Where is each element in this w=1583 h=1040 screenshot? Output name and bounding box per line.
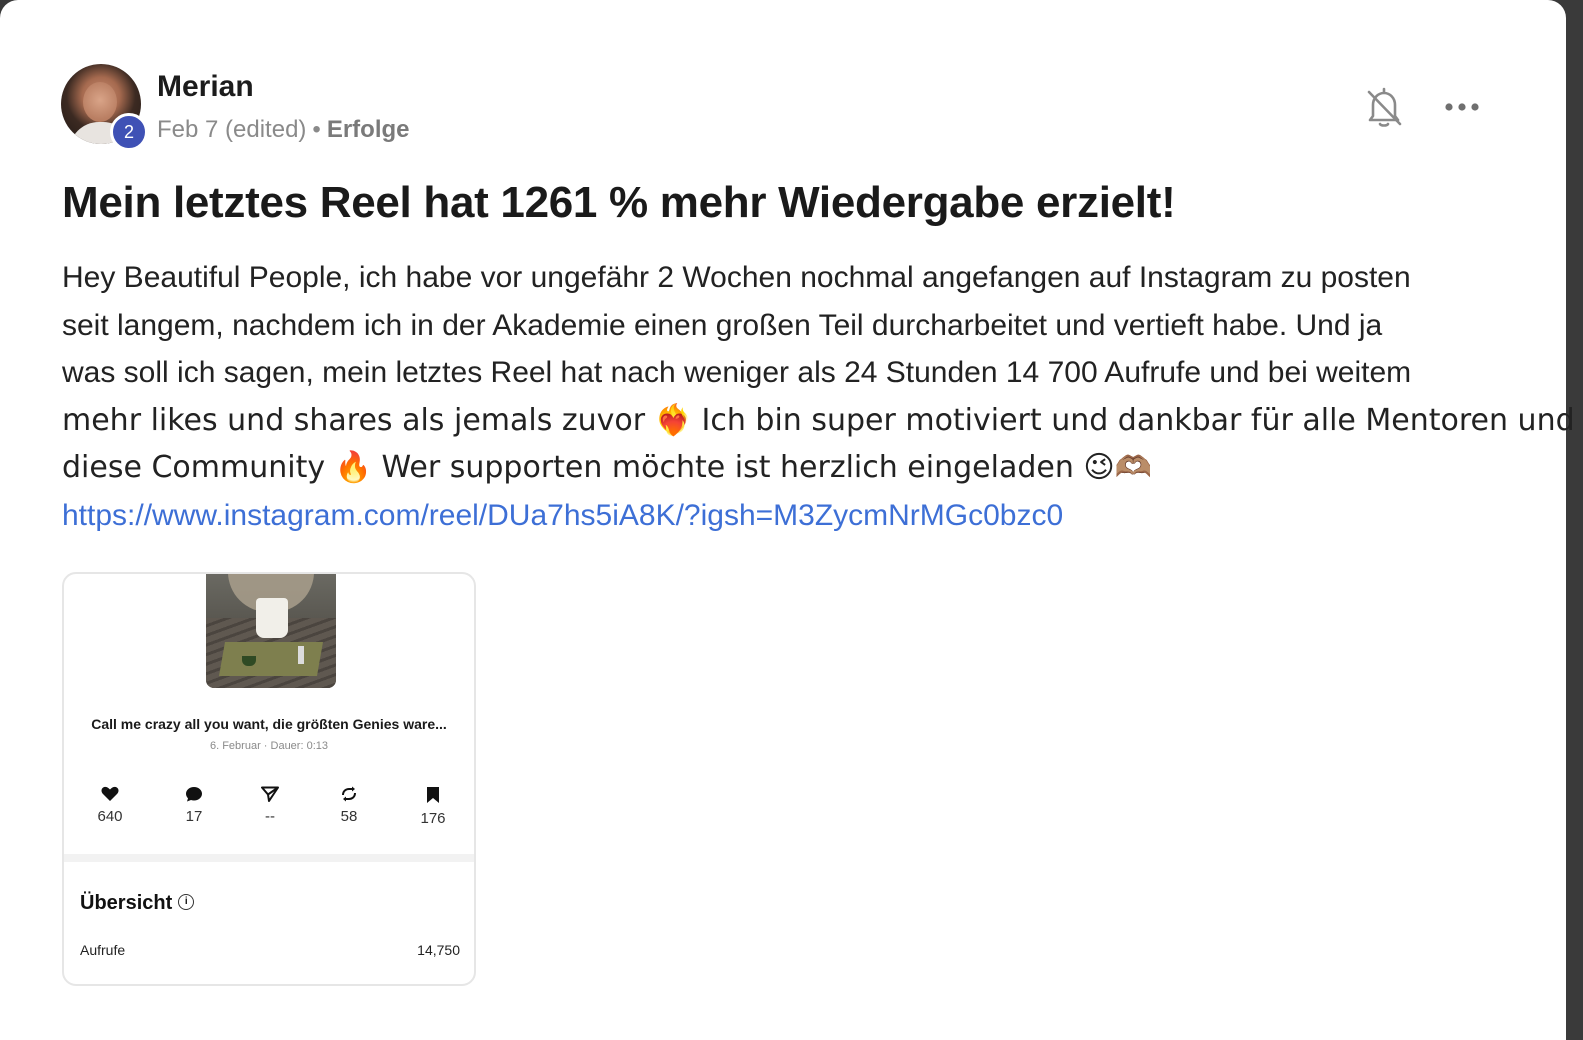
post-category[interactable]: Erfolge (327, 116, 410, 143)
repost-icon (342, 786, 356, 802)
post-body-line: Hey Beautiful People, ich habe vor ungef… (62, 261, 1411, 294)
post-title: Mein letztes Reel hat 1261 % mehr Wieder… (62, 178, 1176, 227)
instagram-reel-link[interactable]: https://www.instagram.com/reel/DUa7hs5iA… (62, 499, 1063, 532)
bookmark-icon (427, 787, 439, 803)
image-attachment[interactable]: Call me crazy all you want, die größten … (62, 572, 476, 986)
stat-comments: 17 (164, 786, 224, 825)
post-card: 2 Merian Feb 7 (edited) • Erfolge Mein let… (0, 0, 1575, 1040)
overview-row-label: Aufrufe (80, 942, 126, 958)
more-horizontal-icon (1445, 103, 1479, 111)
heart-icon (101, 786, 119, 801)
author-name[interactable]: Merian (157, 70, 254, 104)
overview-row: Aufrufe 14,750 (80, 942, 460, 958)
send-icon (261, 786, 279, 802)
notification-toggle-button[interactable] (1364, 84, 1404, 130)
post-body-line: seit langem, nachdem ich in der Akademie… (62, 308, 1383, 342)
stat-saves: 176 (403, 786, 463, 827)
meta-separator: • (312, 116, 321, 143)
post-body: Hey Beautiful People, ich habe vor ungef… (62, 254, 1575, 539)
post-date: Feb 7 (edited) (157, 116, 307, 143)
stat-likes: 640 (80, 786, 140, 825)
info-icon: i (178, 893, 195, 910)
reel-date: 6. Februar · Dauer: 0:13 (209, 740, 328, 752)
bell-off-icon (1367, 87, 1402, 127)
section-divider (64, 854, 474, 862)
reel-thumbnail (206, 574, 336, 688)
post-meta: Feb 7 (edited) • Erfolge (157, 116, 410, 144)
overview-row-cut (80, 978, 460, 984)
comment-icon (186, 787, 202, 802)
post-body-line: was soll ich sagen, mein letztes Reel ha… (62, 356, 1412, 389)
likes-count: 640 (97, 808, 123, 825)
reel-caption: Call me crazy all you want, die größten … (91, 716, 447, 732)
shares-count: -- (265, 808, 275, 825)
post-body-line: mehr likes und shares als jemals zuvor ❤… (62, 402, 1575, 438)
overview-title: Übersicht (80, 892, 173, 914)
stat-reposts: 58 (319, 786, 379, 825)
overview-row-value: 14,750 (417, 942, 460, 958)
overview-heading: Übersicht i (80, 892, 195, 915)
author-avatar[interactable]: 2 (61, 64, 148, 151)
stat-shares: -- (240, 786, 300, 825)
level-badge: 2 (110, 113, 148, 151)
saves-count: 176 (420, 810, 446, 827)
post-body-line: diese Community 🔥 Wer supporten möchte i… (62, 450, 1153, 485)
reposts-count: 58 (340, 808, 358, 825)
more-options-button[interactable] (1442, 92, 1482, 122)
comments-count: 17 (185, 808, 203, 825)
